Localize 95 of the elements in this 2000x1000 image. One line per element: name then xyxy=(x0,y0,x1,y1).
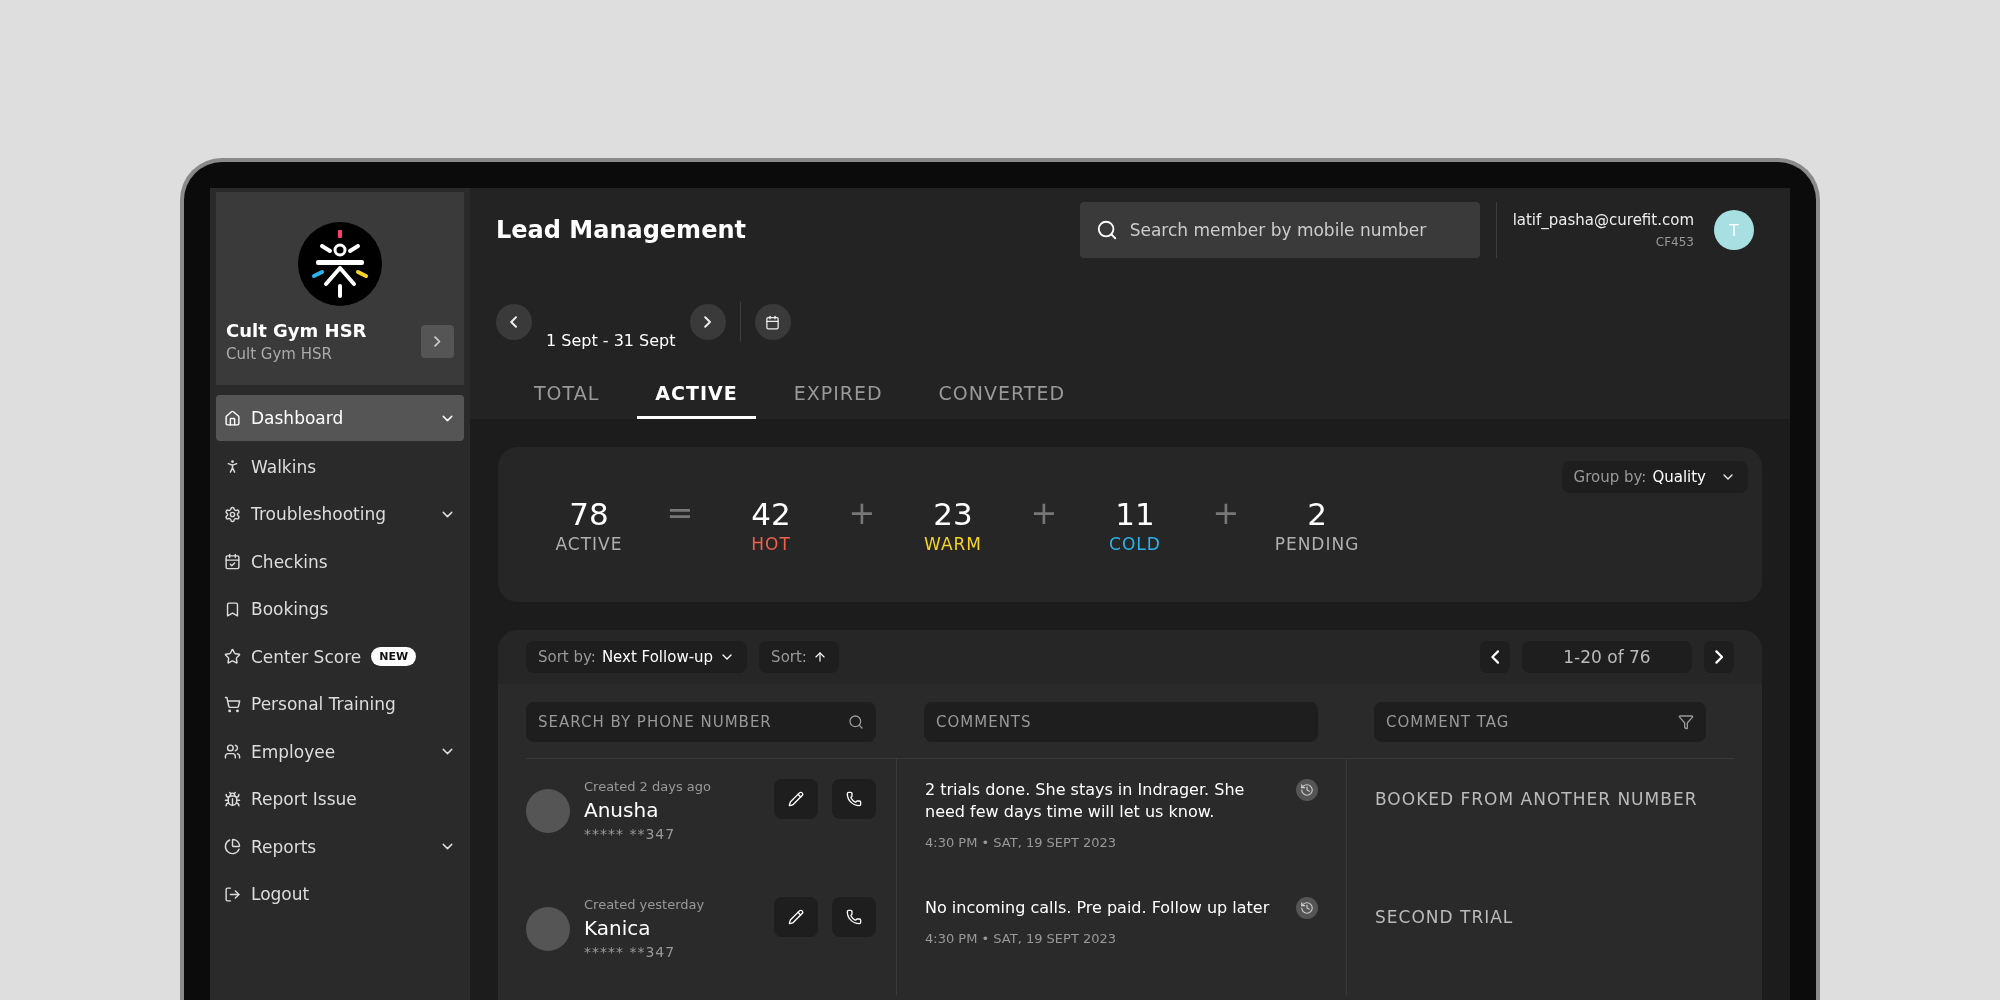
search-icon xyxy=(1095,219,1118,241)
chevron-left-icon xyxy=(1490,650,1500,664)
call-button[interactable] xyxy=(832,779,876,819)
comment-tag: BOOKED FROM ANOTHER NUMBER xyxy=(1375,789,1698,857)
pencil-icon xyxy=(788,909,804,925)
nav-icon xyxy=(224,600,241,618)
expand-button[interactable] xyxy=(421,325,454,358)
chevron-left-icon xyxy=(510,316,518,328)
nav-item[interactable]: Reports xyxy=(216,823,464,871)
sort-order-button[interactable]: Sort: xyxy=(759,641,839,673)
comment-time: 4:30 PM • SAT, 19 SEPT 2023 xyxy=(925,931,1118,946)
nav-item[interactable]: Checkins xyxy=(216,538,464,586)
comment-text: 2 trials done. She stays in Indrager. She need few days time will let us know. xyxy=(925,779,1246,823)
lead-phone: ***** **347 xyxy=(584,826,677,842)
nav-item[interactable]: Dashboard xyxy=(216,395,464,441)
avatar-placeholder xyxy=(526,907,570,951)
tab[interactable]: CONVERTED xyxy=(920,382,1084,419)
new-badge: NEW xyxy=(371,647,417,667)
nav-item[interactable]: Logout xyxy=(216,870,464,918)
logo-icon xyxy=(298,222,382,306)
stat-value: 78 xyxy=(569,495,609,532)
nav-icon xyxy=(224,838,241,856)
user-code: CF453 xyxy=(1655,235,1694,249)
tab[interactable]: ACTIVE xyxy=(637,382,756,419)
calendar-icon xyxy=(765,314,780,330)
stat-label: HOT xyxy=(751,533,791,554)
nav-icon xyxy=(224,743,241,761)
lead-name: Kanica xyxy=(584,916,652,940)
column-filter-field[interactable]: COMMENT TAG xyxy=(1374,702,1706,742)
phone-icon xyxy=(846,909,862,925)
nav-item[interactable]: Center Score NEW xyxy=(216,633,464,681)
chevron-right-icon xyxy=(1714,650,1724,664)
comment-text: No incoming calls. Pre paid. Follow up later xyxy=(925,897,1271,919)
nav-icon xyxy=(224,885,241,903)
chevron-right-icon xyxy=(703,316,712,328)
comment-tag: SECOND TRIAL xyxy=(1375,907,1514,975)
stat-label: COLD xyxy=(1109,533,1161,554)
nav-item[interactable]: Bookings xyxy=(216,585,464,633)
pencil-icon xyxy=(788,791,804,807)
nav-item[interactable]: Report Issue xyxy=(216,775,464,823)
sort-ascending-icon xyxy=(812,650,827,664)
date-range: 1 Sept - 31 Sept xyxy=(546,331,676,350)
nav-item[interactable]: Personal Training xyxy=(216,680,464,728)
history-icon[interactable] xyxy=(1296,779,1318,801)
previous-button[interactable] xyxy=(496,304,532,340)
created-time: Created yesterday xyxy=(584,897,706,912)
nav-icon xyxy=(224,409,241,427)
previous-page-button[interactable] xyxy=(1480,641,1510,673)
next-button[interactable] xyxy=(689,304,726,340)
created-time: Created 2 days ago xyxy=(584,779,712,794)
nav-icon xyxy=(224,790,241,808)
edit-button[interactable] xyxy=(774,897,818,937)
column-filter-field[interactable]: SEARCH BY PHONE NUMBER xyxy=(526,702,876,742)
history-icon[interactable] xyxy=(1296,897,1318,919)
lead-name: Anusha xyxy=(584,798,660,822)
filter-icon xyxy=(1678,714,1694,730)
stat-label: WARM xyxy=(924,533,982,554)
user-email: latif_pasha@curefit.com xyxy=(1512,211,1694,229)
sort-dropdown[interactable]: Sort by: Next Follow-up xyxy=(526,641,748,673)
avatar-placeholder xyxy=(526,789,570,833)
center-subtitle: Cult Gym HSR xyxy=(226,345,333,363)
tab[interactable]: EXPIRED xyxy=(775,382,901,419)
operator-sign: = xyxy=(665,493,695,532)
nav-icon xyxy=(224,553,241,571)
stat-value: 23 xyxy=(933,495,973,532)
lead-phone: ***** **347 xyxy=(584,944,677,960)
operator-sign: + xyxy=(1211,493,1241,532)
nav-item[interactable]: Walkins xyxy=(216,443,464,491)
stat-value: 2 xyxy=(1307,495,1327,532)
calendar-button[interactable] xyxy=(754,304,791,340)
operator-sign: + xyxy=(847,493,877,532)
call-button[interactable] xyxy=(832,897,876,937)
nav-item[interactable]: Troubleshooting xyxy=(216,490,464,538)
comment-time: 4:30 PM • SAT, 19 SEPT 2023 xyxy=(925,835,1118,850)
nav-icon xyxy=(224,505,241,523)
pagination-range: 1-20 of 76 xyxy=(1522,641,1692,673)
phone-icon xyxy=(846,791,862,807)
nav-item[interactable]: Employee xyxy=(216,728,464,776)
stat-label: ACTIVE xyxy=(555,533,623,554)
group-by-dropdown[interactable]: Group by: Quality xyxy=(1561,461,1748,493)
tab[interactable]: TOTAL xyxy=(516,382,618,419)
page-title: Lead Management xyxy=(496,216,747,244)
column-filter-field[interactable]: COMMENTS xyxy=(924,702,1318,742)
stat-label: PENDING xyxy=(1274,533,1360,554)
edit-button[interactable] xyxy=(774,779,818,819)
chevron-right-icon xyxy=(434,336,441,347)
stat-value: 42 xyxy=(751,495,791,532)
nav-icon xyxy=(224,695,241,713)
center-name: Cult Gym HSR xyxy=(226,320,367,341)
search-field[interactable]: Search member by mobile number xyxy=(1079,202,1480,258)
stat-value: 11 xyxy=(1115,495,1155,532)
search-icon xyxy=(848,714,864,730)
operator-sign: + xyxy=(1029,493,1059,532)
nav-icon xyxy=(224,648,241,666)
next-page-button[interactable] xyxy=(1704,641,1734,673)
